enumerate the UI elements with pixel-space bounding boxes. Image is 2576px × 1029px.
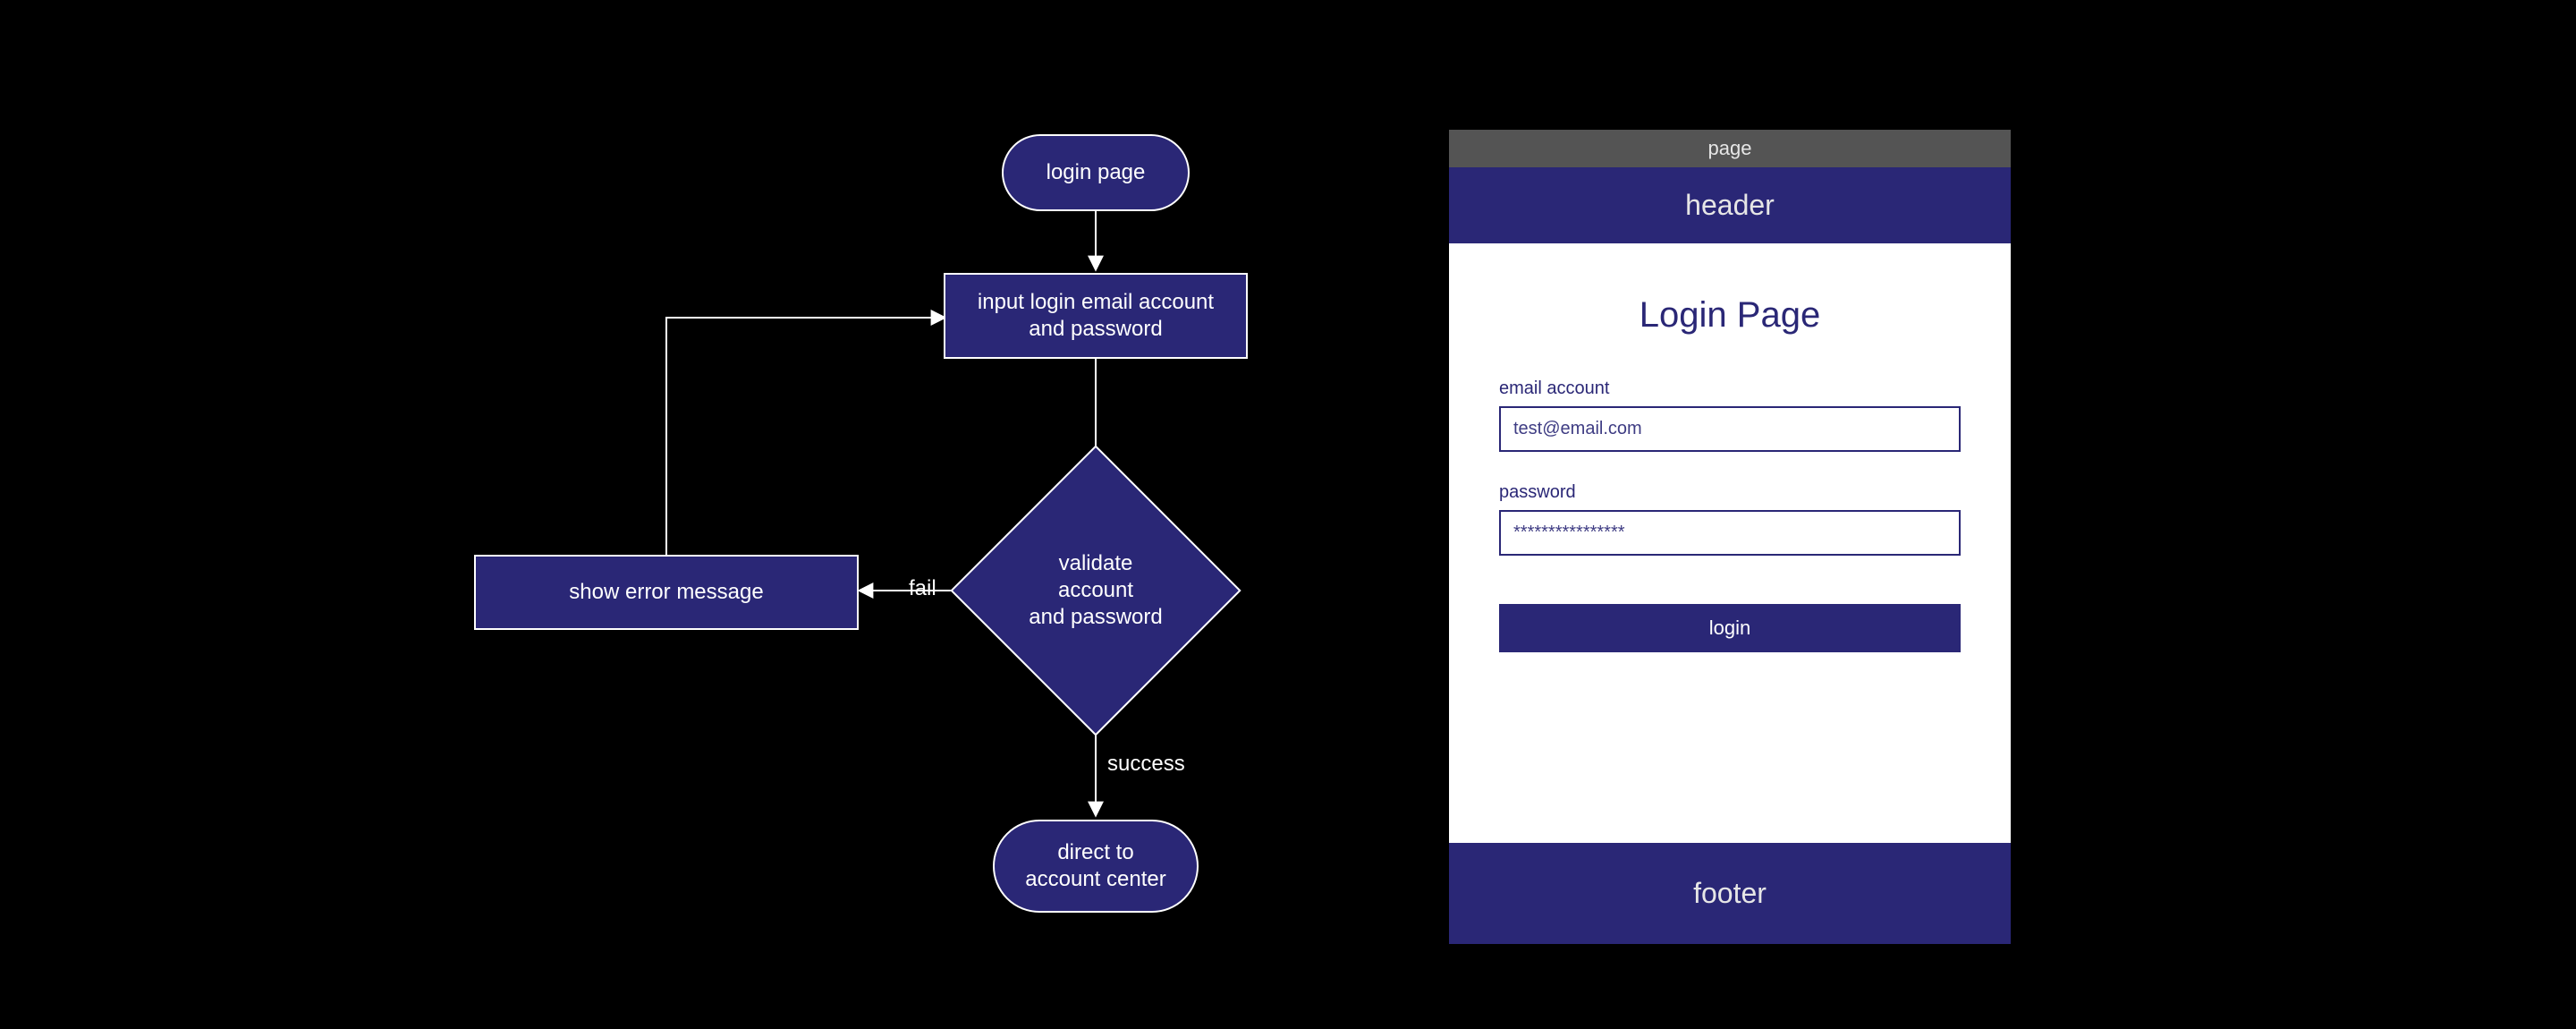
password-label: password — [1499, 482, 1961, 503]
flowchart: login page input login email account and… — [474, 116, 1297, 993]
flowchart-edge-success-label: success — [1107, 752, 1185, 777]
flowchart-start-node: login page — [1002, 134, 1190, 211]
email-form-group: email account — [1499, 378, 1961, 452]
email-label: email account — [1499, 378, 1961, 399]
flowchart-decision-node: validate account and password — [993, 488, 1199, 693]
flowchart-decision-label: validate account and password — [993, 488, 1199, 693]
password-form-group: password — [1499, 482, 1961, 556]
flowchart-end-label: direct to account center — [1025, 839, 1165, 893]
flowchart-input-node: input login email account and password — [944, 273, 1248, 359]
login-button[interactable]: login — [1499, 604, 1961, 652]
flowchart-end-node: direct to account center — [993, 820, 1199, 913]
password-field[interactable] — [1499, 510, 1961, 556]
mock-content: Login Page email account password login — [1449, 243, 2011, 843]
mock-page-frame: page header Login Page email account pas… — [1449, 130, 2011, 944]
flowchart-error-label: show error message — [569, 579, 763, 606]
flowchart-error-node: show error message — [474, 555, 859, 630]
flowchart-input-label: input login email account and password — [978, 289, 1214, 343]
email-field[interactable] — [1499, 406, 1961, 452]
flowchart-start-label: login page — [1046, 159, 1146, 186]
mock-page-title: Login Page — [1499, 295, 1961, 336]
mock-header: header — [1449, 167, 2011, 243]
mock-page-tab: page — [1449, 130, 2011, 167]
flowchart-edge-fail-label: fail — [909, 576, 936, 601]
mock-footer: footer — [1449, 843, 2011, 944]
